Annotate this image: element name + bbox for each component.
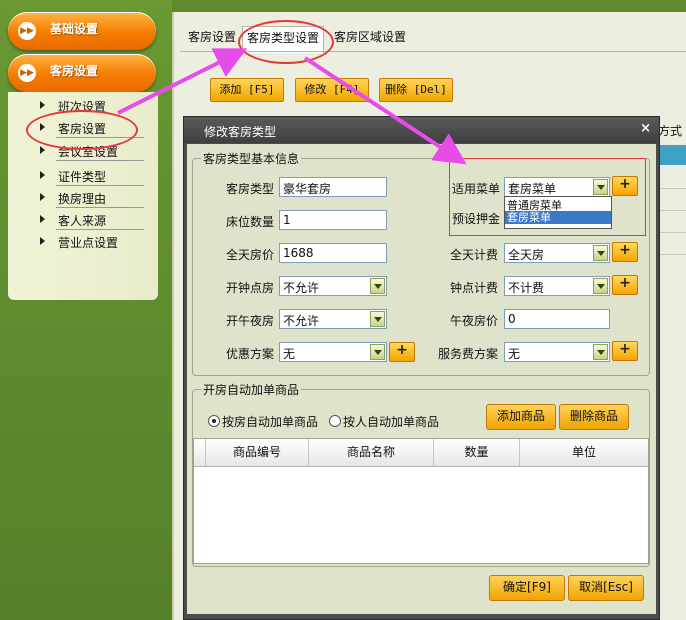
- annotation-arrows: [117, 48, 467, 165]
- arrow-tab-to-menu: [303, 56, 467, 165]
- arrow-sidebar-to-tab: [117, 48, 248, 115]
